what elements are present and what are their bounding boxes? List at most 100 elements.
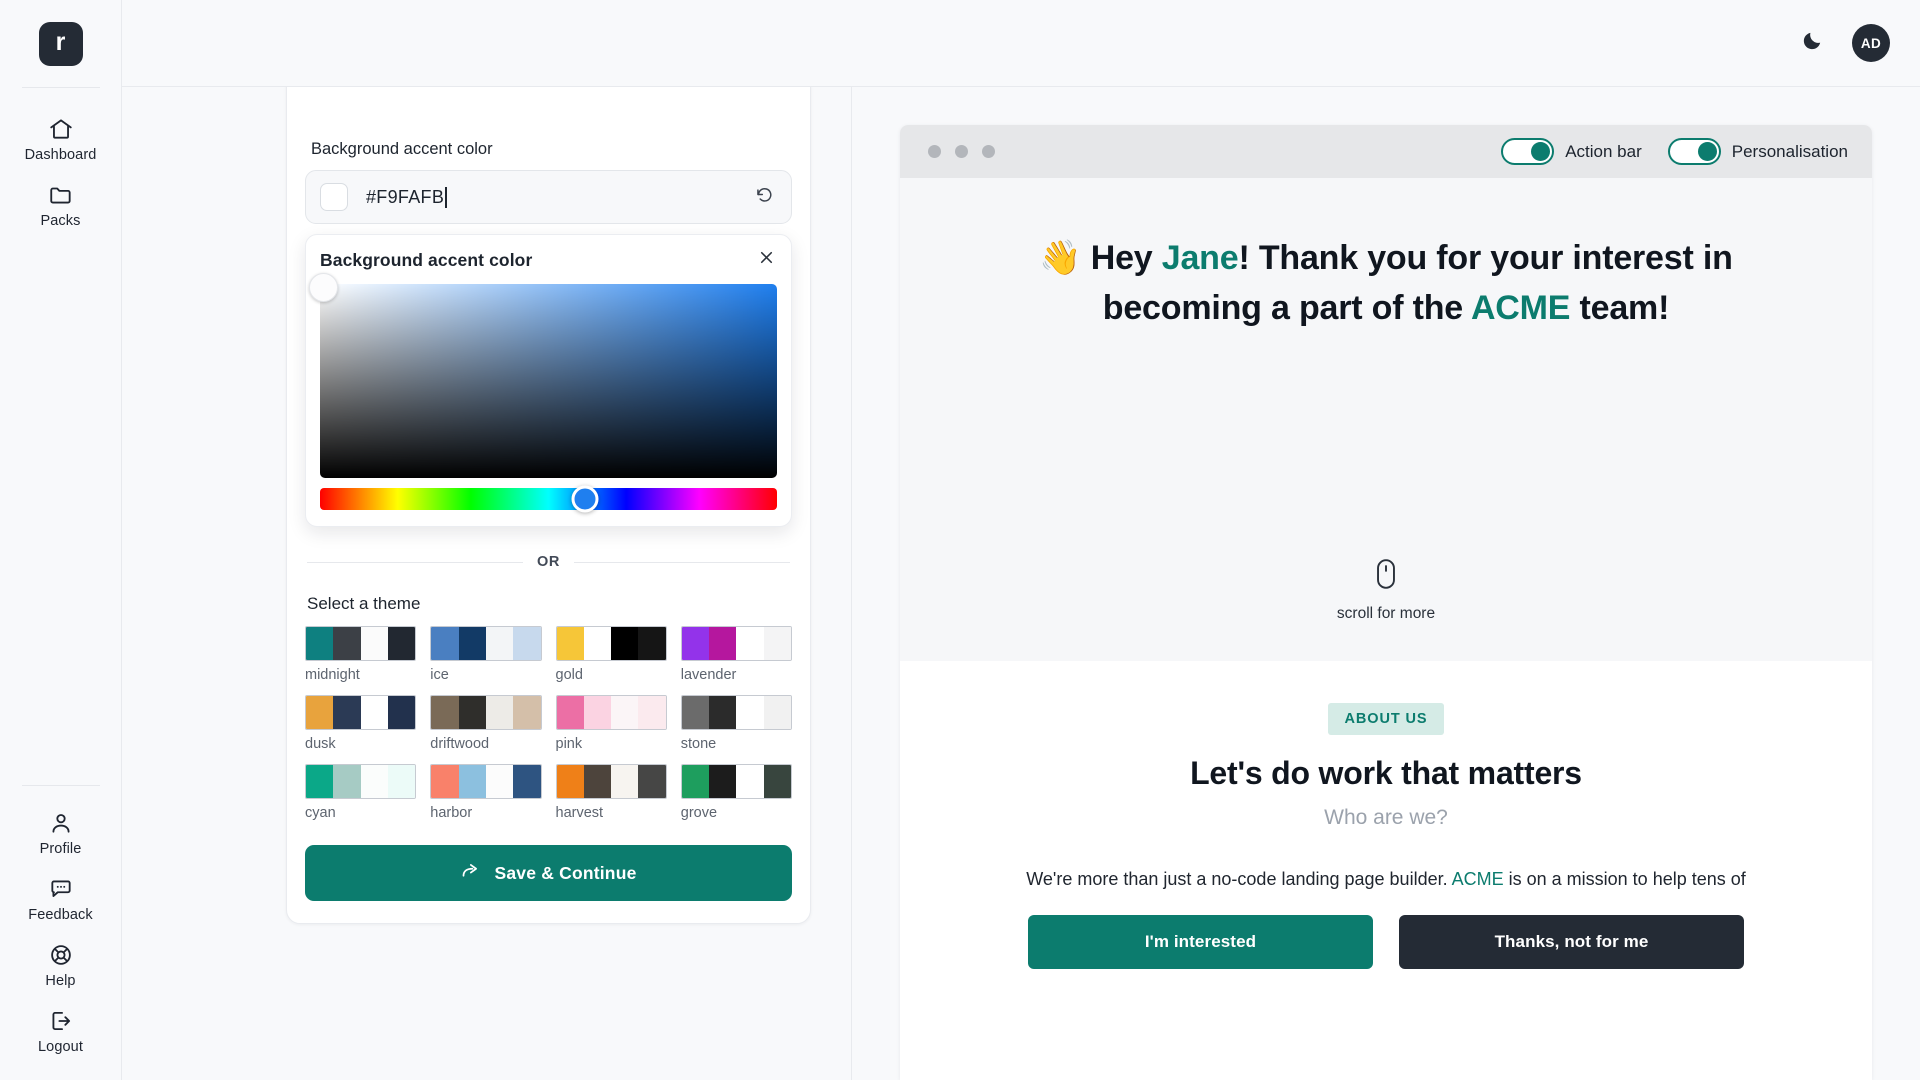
sidebar-item-packs-label: Packs <box>41 213 81 229</box>
theme-swatch-color <box>682 627 709 660</box>
sidebar-item-packs[interactable]: Packs <box>0 172 121 238</box>
theme-option-grove[interactable]: grove <box>681 764 792 821</box>
theme-swatch-strip <box>556 764 667 799</box>
scroll-hint-label: scroll for more <box>1337 605 1435 623</box>
hero-line2-post: team! <box>1570 289 1669 327</box>
theme-option-label: midnight <box>305 667 416 683</box>
theme-swatch-strip <box>305 695 416 730</box>
action-bar-switch[interactable] <box>1501 138 1554 165</box>
hero-line1-post: ! Thank you for your interest in <box>1238 239 1732 277</box>
theme-swatch-color <box>638 765 665 798</box>
theme-option-stone[interactable]: stone <box>681 695 792 752</box>
close-button[interactable] <box>755 249 777 271</box>
theme-option-midnight[interactable]: midnight <box>305 626 416 683</box>
app-logo[interactable]: r <box>39 22 83 66</box>
theme-swatch-strip <box>305 764 416 799</box>
theme-swatch-color <box>736 627 763 660</box>
theme-swatch-color <box>682 696 709 729</box>
theme-swatch-color <box>431 765 458 798</box>
hero-section: 👋 Hey Jane! Thank you for your interest … <box>900 178 1872 661</box>
dark-mode-toggle[interactable] <box>1801 29 1824 57</box>
editor-pane: Background accent color #F9FAFB <box>122 87 852 1080</box>
theme-swatch-strip <box>681 695 792 730</box>
theme-option-pink[interactable]: pink <box>556 695 667 752</box>
theme-swatch-color <box>611 627 638 660</box>
revert-button[interactable] <box>749 182 779 212</box>
theme-swatch-color <box>736 696 763 729</box>
avatar[interactable]: AD <box>1852 24 1890 62</box>
sidebar-item-feedback-label: Feedback <box>28 907 92 923</box>
personalisation-toggle[interactable]: Personalisation <box>1668 138 1848 165</box>
theme-swatch-strip <box>556 626 667 661</box>
theme-swatch-color <box>557 765 584 798</box>
saturation-value-area[interactable] <box>320 284 777 478</box>
theme-option-harvest[interactable]: harvest <box>556 764 667 821</box>
sidebar-item-help[interactable]: Help <box>0 932 121 998</box>
interested-button[interactable]: I'm interested <box>1028 915 1373 969</box>
theme-swatch-strip <box>430 626 541 661</box>
theme-swatch-color <box>513 765 540 798</box>
scroll-hint: scroll for more <box>1337 557 1435 623</box>
theme-swatch-color <box>709 627 736 660</box>
theme-option-label: dusk <box>305 736 416 752</box>
hue-slider[interactable] <box>320 488 777 510</box>
theme-swatch-color <box>333 627 360 660</box>
top-bar: AD <box>122 0 1920 87</box>
saturation-value-handle[interactable] <box>309 273 338 302</box>
theme-swatch-color <box>513 696 540 729</box>
theme-swatch-color <box>333 696 360 729</box>
theme-swatch-color <box>709 696 736 729</box>
preview-toggles: Action bar Personalisation <box>1501 138 1848 165</box>
hex-color-input[interactable]: #F9FAFB <box>305 170 792 224</box>
or-line-left <box>307 562 523 563</box>
save-and-continue-button[interactable]: Save & Continue <box>305 845 792 901</box>
body-split: Background accent color #F9FAFB <box>122 87 1920 1080</box>
action-bar-toggle[interactable]: Action bar <box>1501 138 1642 165</box>
action-bar: I'm interested Thanks, not for me <box>970 915 1802 993</box>
theme-swatch-strip <box>681 626 792 661</box>
theme-swatch-strip <box>681 764 792 799</box>
color-picker-title: Background accent color <box>320 250 532 271</box>
theme-option-gold[interactable]: gold <box>556 626 667 683</box>
theme-option-driftwood[interactable]: driftwood <box>430 695 541 752</box>
sidebar-item-logout-label: Logout <box>38 1039 83 1055</box>
preview-pane: Action bar Personalisation 👋 Hey Jane! T… <box>852 87 1920 1080</box>
window-dot <box>928 145 941 158</box>
browser-mockup: Action bar Personalisation 👋 Hey Jane! T… <box>900 125 1872 1080</box>
theme-option-dusk[interactable]: dusk <box>305 695 416 752</box>
hero-brand-highlight: ACME <box>1471 289 1570 327</box>
sidebar-item-profile-label: Profile <box>40 841 82 857</box>
sidebar-nav-bottom: Profile Feedback <box>0 786 121 1080</box>
logo-wrapper: r <box>0 0 121 87</box>
sidebar-item-logout[interactable]: Logout <box>0 998 121 1064</box>
hex-value: #F9FAFB <box>366 187 447 208</box>
theme-option-cyan[interactable]: cyan <box>305 764 416 821</box>
personalisation-toggle-label: Personalisation <box>1732 142 1848 162</box>
personalisation-switch[interactable] <box>1668 138 1721 165</box>
hue-slider-handle[interactable] <box>572 486 599 513</box>
color-picker-header: Background accent color <box>320 249 777 271</box>
or-label: OR <box>537 554 560 570</box>
theme-swatch-color <box>306 627 333 660</box>
hex-value-text: #F9FAFB <box>366 187 444 208</box>
sidebar: r Dashboard Packs <box>0 0 122 1080</box>
sidebar-item-profile[interactable]: Profile <box>0 800 121 866</box>
theme-swatch-color <box>557 696 584 729</box>
theme-option-lavender[interactable]: lavender <box>681 626 792 683</box>
theme-option-label: gold <box>556 667 667 683</box>
sidebar-item-feedback[interactable]: Feedback <box>0 866 121 932</box>
theme-swatch-strip <box>430 764 541 799</box>
about-eyebrow-badge: ABOUT US <box>1328 703 1445 735</box>
mouse-icon <box>1372 557 1400 596</box>
theme-option-ice[interactable]: ice <box>430 626 541 683</box>
not-interested-button[interactable]: Thanks, not for me <box>1399 915 1744 969</box>
moon-icon <box>1801 29 1824 57</box>
window-dot <box>955 145 968 158</box>
action-bar-toggle-label: Action bar <box>1565 142 1642 162</box>
theme-option-label: driftwood <box>430 736 541 752</box>
theme-swatch-strip <box>430 695 541 730</box>
hero-line2-pre: becoming a part of the <box>1103 289 1471 327</box>
theme-option-harbor[interactable]: harbor <box>430 764 541 821</box>
theme-swatch-color <box>584 696 611 729</box>
sidebar-item-dashboard[interactable]: Dashboard <box>0 106 121 172</box>
